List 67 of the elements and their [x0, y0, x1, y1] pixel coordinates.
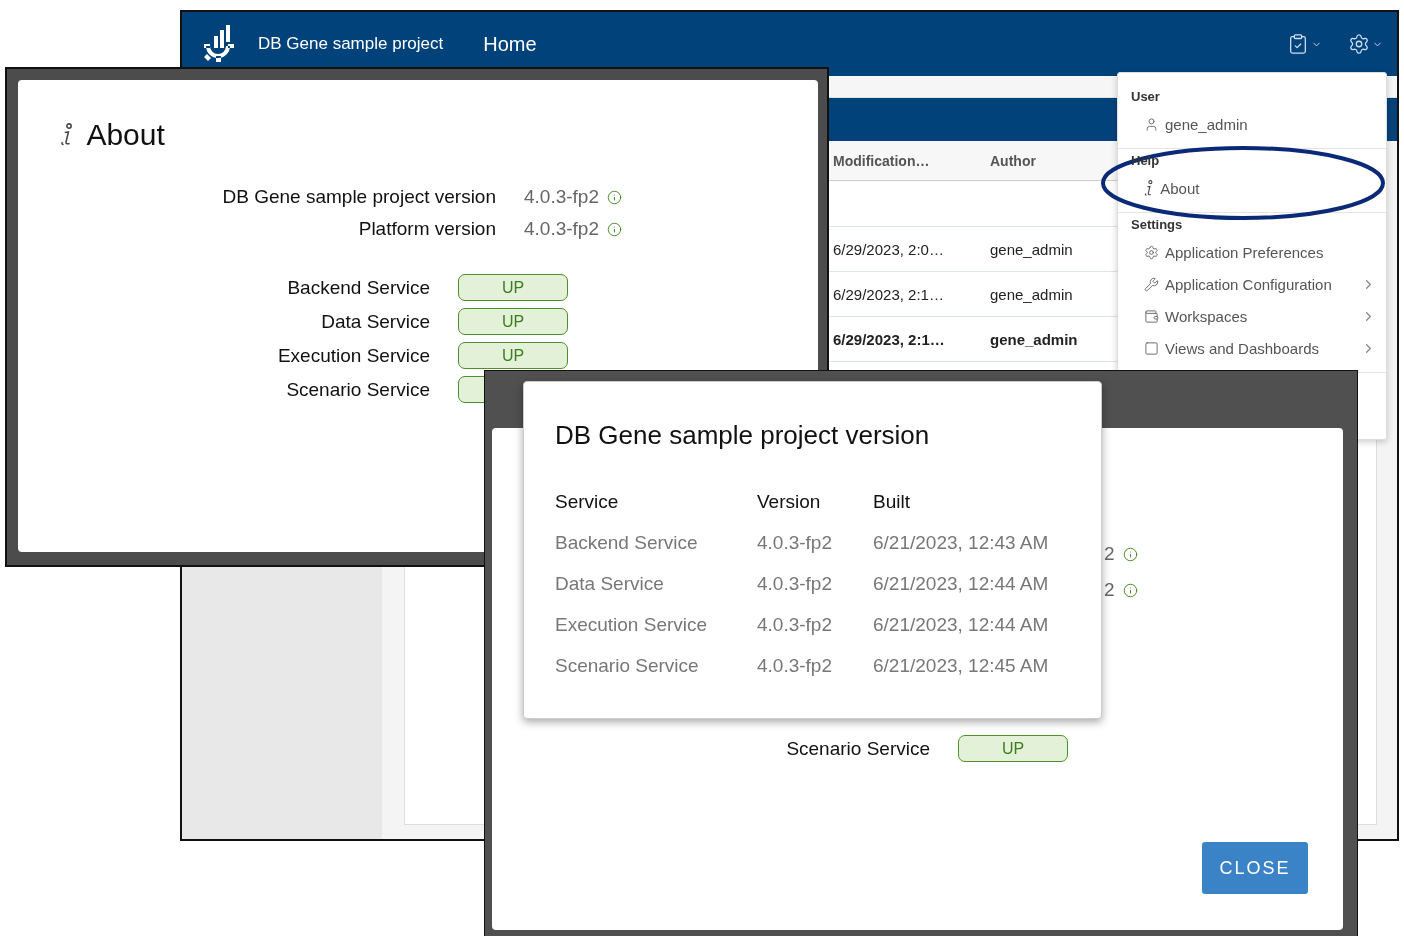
column-header: Version: [757, 491, 822, 513]
user-icon: [1144, 116, 1159, 132]
menu-item[interactable]: About: [1131, 172, 1386, 204]
menu-section-title: User: [1131, 89, 1160, 104]
table-cell-text: 6/29/2023, 2:1…: [832, 285, 945, 303]
column-header[interactable]: Author: [982, 152, 1112, 169]
service-name: Data Service: [320, 310, 430, 333]
table-cell-text: 4.0.3-fp2: [757, 573, 833, 595]
popover-title: DB Gene sample project version: [555, 420, 931, 451]
table-cell-text: gene_admin: [989, 240, 1074, 258]
table-cell-text: 6/21/2023, 12:44 AM: [873, 573, 1050, 595]
table-cell-text: Data Service: [555, 573, 665, 595]
menu-item[interactable]: gene_admin: [1131, 108, 1386, 140]
settings-menu-button[interactable]: [1348, 33, 1383, 55]
status-badge: UP: [958, 735, 1068, 762]
version-value: 4.0.3-fp2: [524, 218, 599, 240]
column-header: Built: [873, 491, 911, 513]
clipboard-check-icon: [1287, 33, 1309, 55]
info-icon[interactable]: [607, 221, 622, 237]
menu-item[interactable]: Views and Dashboards: [1131, 332, 1386, 364]
settings-icon: [1144, 244, 1159, 260]
service-name: Backend Service: [286, 276, 430, 299]
table-cell-text: 6/21/2023, 12:45 AM: [873, 655, 1050, 677]
tasks-menu-button[interactable]: [1287, 33, 1322, 55]
table-cell-text: Execution Service: [555, 614, 709, 636]
table-cell-text: 6/21/2023, 12:44 AM: [873, 614, 1050, 636]
status-badge: UP: [458, 274, 568, 301]
version-label: DB Gene sample project version: [221, 186, 496, 208]
wallet-icon: [1144, 308, 1159, 324]
info-icon: [60, 123, 75, 147]
service-name: Scenario Service: [285, 378, 430, 401]
close-button[interactable]: CLOSE: [1202, 842, 1308, 894]
menu-item[interactable]: Application Configuration: [1131, 268, 1386, 300]
menu-item[interactable]: Application Preferences: [1131, 236, 1386, 268]
table-cell-text: 4.0.3-fp2: [757, 655, 833, 677]
column-header: Service: [555, 491, 620, 513]
dialog-title: About: [86, 118, 165, 152]
table-cell-text: 4.0.3-fp2: [757, 532, 833, 554]
info-icon[interactable]: [1122, 582, 1138, 598]
status-badge: UP: [458, 308, 568, 335]
info-icon: [1144, 179, 1155, 197]
column-header[interactable]: Modification…: [825, 152, 982, 169]
menu-item[interactable]: Workspaces: [1131, 300, 1386, 332]
table-cell-text: Backend Service: [555, 532, 699, 554]
table-cell-text: gene_admin: [989, 285, 1074, 303]
version-value: 2: [1104, 543, 1115, 565]
service-name: Execution Service: [276, 344, 430, 367]
page-icon: [1144, 340, 1159, 356]
version-value: 2: [1104, 579, 1115, 601]
table-cell-text: Scenario Service: [555, 655, 700, 677]
info-icon[interactable]: [1122, 546, 1138, 562]
menu-section-title: Settings: [1131, 217, 1183, 232]
info-icon[interactable]: [607, 189, 622, 205]
table-cell-text: 6/21/2023, 12:43 AM: [873, 532, 1050, 554]
service-name: Scenario Service: [785, 737, 930, 760]
home-nav-link[interactable]: Home: [483, 32, 537, 56]
table-cell-text: gene_admin: [989, 330, 1079, 348]
version-value: 4.0.3-fp2: [524, 186, 599, 208]
wrench-icon: [1144, 276, 1159, 292]
status-badge: UP: [458, 342, 568, 369]
table-cell-text: 6/29/2023, 2:0…: [832, 240, 945, 258]
project-title[interactable]: DB Gene sample project: [258, 34, 444, 54]
version-label: Platform version: [357, 218, 496, 240]
settings-icon: [1348, 33, 1370, 55]
logo-icon: [202, 24, 236, 64]
table-cell-text: 4.0.3-fp2: [757, 614, 833, 636]
table-cell-text: 6/29/2023, 2:1…: [832, 330, 946, 348]
